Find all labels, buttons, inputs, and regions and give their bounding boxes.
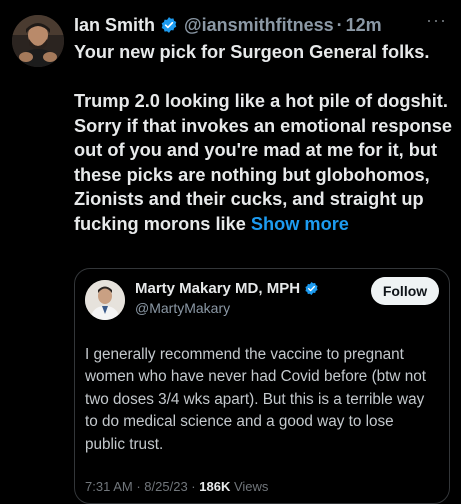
tweet-body: Your new pick for Surgeon General folks.… — [74, 40, 454, 236]
avatar-photo-icon — [85, 280, 125, 320]
quoted-tweet[interactable]: Marty Makary MD, MPH @MartyMakary Follow… — [74, 268, 450, 504]
quoted-tweet-meta: 7:31 AM · 8/25/23 · 186K Views — [85, 479, 268, 494]
quoted-tweet-date[interactable]: 8/25/23 — [144, 479, 187, 494]
show-more-link[interactable]: Show more — [251, 214, 349, 234]
author-name[interactable]: Ian Smith — [74, 15, 155, 36]
tweet-paragraph: Your new pick for Surgeon General folks. — [74, 42, 430, 62]
avatar-photo-icon — [12, 15, 64, 67]
follow-button[interactable]: Follow — [371, 277, 439, 305]
more-options-icon[interactable]: ··· — [426, 10, 447, 31]
tweet: Ian Smith @iansmithfitness · 12m ··· You… — [0, 0, 461, 504]
quoted-tweet-text: I generally recommend the vaccine to pre… — [85, 346, 426, 453]
author-avatar[interactable] — [12, 15, 64, 67]
author-handle[interactable]: @iansmithfitness — [184, 15, 334, 36]
tweet-header: Ian Smith @iansmithfitness · 12m ··· — [74, 10, 449, 36]
verified-badge-icon — [160, 16, 178, 34]
quoted-author-avatar[interactable] — [85, 280, 125, 320]
views-label: Views — [233, 479, 269, 494]
views-count: 186K — [199, 479, 231, 494]
separator-dot: · — [191, 479, 196, 494]
quoted-author-handle[interactable]: @MartyMakary — [135, 300, 230, 316]
separator-dot: · — [136, 479, 141, 494]
verified-badge-icon — [304, 281, 319, 296]
quoted-tweet-time[interactable]: 7:31 AM — [85, 479, 133, 494]
tweet-paragraph: Trump 2.0 looking like a hot pile of dog… — [74, 89, 454, 236]
separator-dot: · — [336, 14, 343, 35]
quoted-author-name-row: Marty Makary MD, MPH — [135, 280, 319, 297]
quoted-author-name[interactable]: Marty Makary MD, MPH — [135, 280, 300, 297]
tweet-paragraph-text: Trump 2.0 looking like a hot pile of dog… — [74, 91, 452, 234]
tweet-timestamp[interactable]: 12m — [346, 15, 382, 36]
